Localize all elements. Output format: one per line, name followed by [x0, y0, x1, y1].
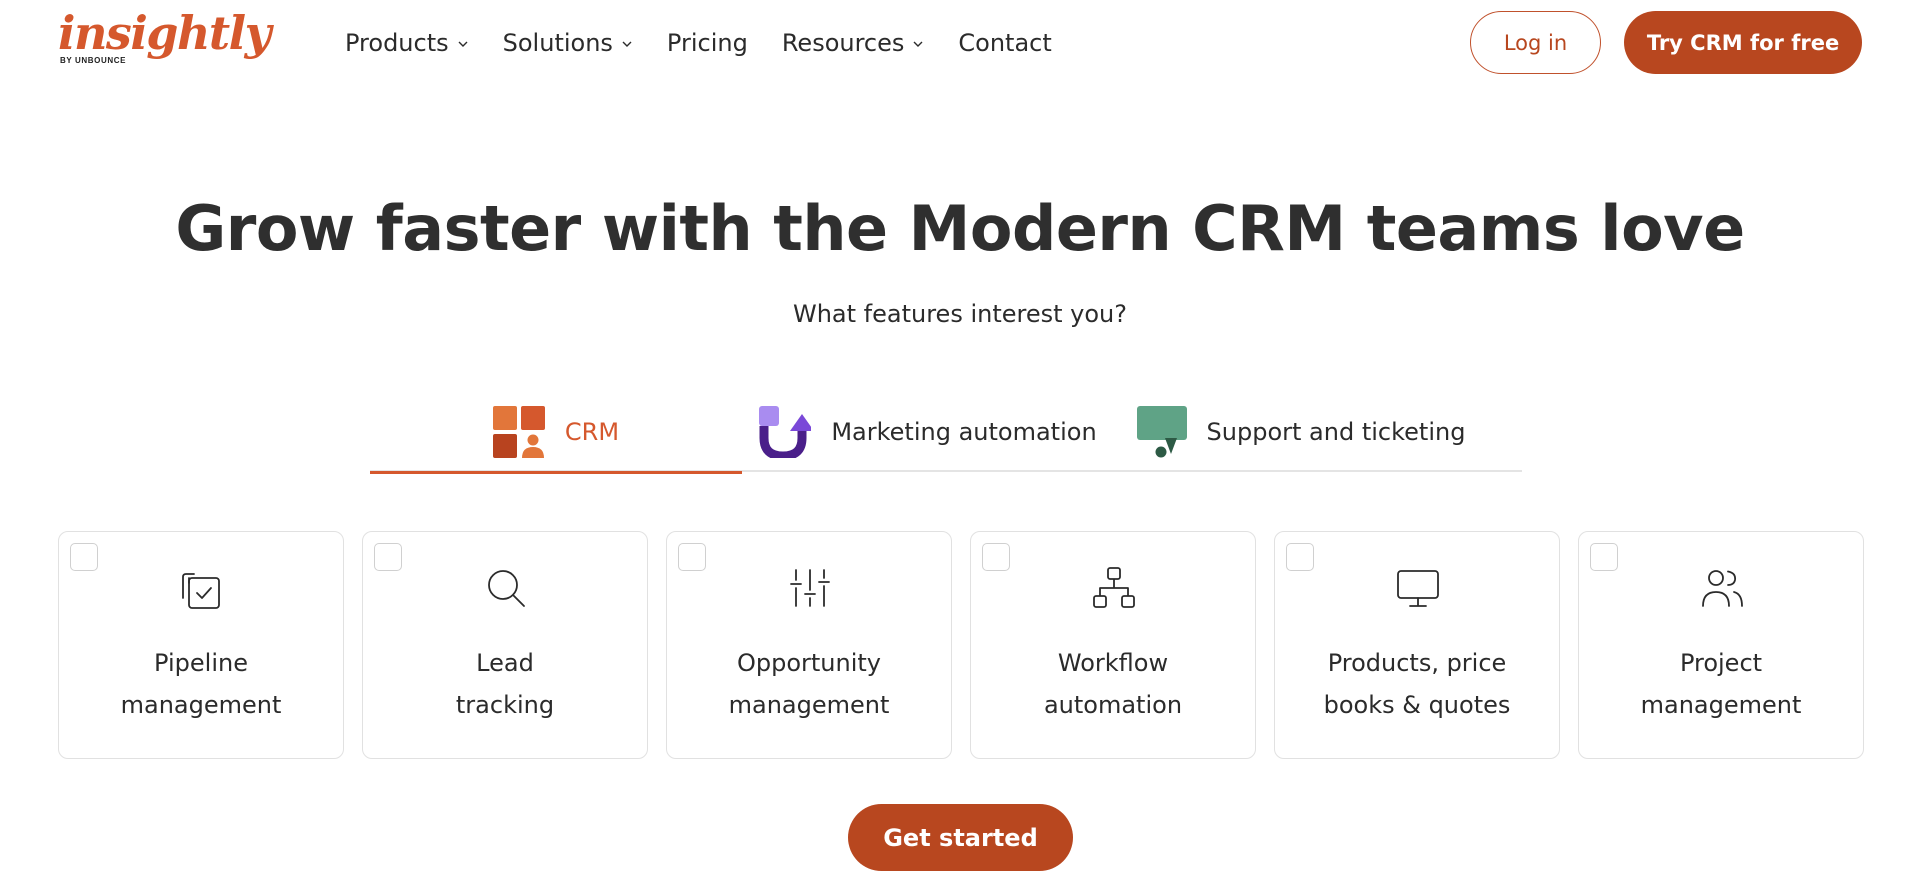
users-icon — [1702, 570, 1743, 607]
feature-card-products-quotes[interactable]: Products, price books & quotes — [1274, 531, 1560, 759]
feature-card-opportunity[interactable]: Opportunity management — [666, 531, 952, 759]
feature-card-workflow[interactable]: Workflow automation — [970, 531, 1256, 759]
nav-solutions[interactable]: Solutions — [503, 29, 633, 57]
tab-support-ticketing[interactable]: Support and ticketing — [1114, 392, 1486, 472]
feature-checkbox[interactable] — [1590, 543, 1618, 571]
feature-checkbox[interactable] — [1286, 543, 1314, 571]
insightly-logo[interactable]: insightly BY UNBOUNCE — [58, 6, 271, 78]
tab-crm[interactable]: CRM — [370, 392, 742, 474]
feature-checkbox[interactable] — [70, 543, 98, 571]
feature-checkbox[interactable] — [678, 543, 706, 571]
feature-card-lead-tracking[interactable]: Lead tracking — [362, 531, 648, 759]
tab-marketing-label: Marketing automation — [831, 418, 1097, 446]
nav-pricing-label: Pricing — [666, 29, 748, 57]
feature-checkbox[interactable] — [374, 543, 402, 571]
chevron-down-icon — [458, 41, 468, 47]
feature-label: Products, price books & quotes — [1323, 649, 1511, 719]
nav-solutions-label: Solutions — [502, 29, 613, 57]
marketing-arrow-icon — [759, 406, 812, 458]
feature-label: Workflow automation — [1043, 649, 1183, 719]
feature-card-pipeline[interactable]: Pipeline management — [58, 531, 344, 759]
chevron-down-icon — [622, 41, 632, 47]
feature-label: Lead tracking — [455, 649, 555, 719]
try-crm-free-button[interactable]: Try CRM for free — [1624, 11, 1862, 74]
nav-pricing[interactable]: Pricing — [667, 29, 748, 57]
tab-crm-label: CRM — [564, 418, 620, 446]
login-button[interactable]: Log in — [1470, 11, 1601, 74]
nav-contact-label: Contact — [958, 29, 1052, 57]
feature-label: Pipeline management — [120, 649, 282, 719]
nav-resources[interactable]: Resources — [782, 29, 925, 57]
tab-support-label: Support and ticketing — [1206, 418, 1466, 446]
main-nav: Products Solutions Pricing Resources Con… — [345, 22, 1086, 64]
logo-wordmark: insightly — [58, 6, 271, 60]
monitor-icon — [1397, 570, 1439, 607]
nav-products-label: Products — [345, 29, 449, 57]
feature-card-project[interactable]: Project management — [1578, 531, 1864, 759]
sliders-icon — [790, 569, 830, 607]
pipeline-checklist-icon — [182, 573, 220, 609]
chevron-down-icon — [913, 41, 923, 47]
crm-blocks-icon — [492, 406, 545, 458]
feature-label: Project management — [1640, 649, 1802, 719]
nav-products[interactable]: Products — [345, 29, 469, 57]
hero-subtitle: What features interest you? — [792, 300, 1127, 328]
feature-category-tabs: CRM Marketing automation Support and tic… — [370, 392, 1522, 474]
search-icon — [488, 570, 525, 607]
feature-cards: Pipeline management Lead tracking Opport… — [58, 531, 1864, 759]
hero-title: Grow faster with the Modern CRM teams lo… — [175, 192, 1745, 265]
nav-resources-label: Resources — [781, 29, 905, 57]
support-chat-icon — [1136, 406, 1187, 458]
get-started-button[interactable]: Get started — [848, 804, 1073, 871]
feature-label: Opportunity management — [728, 649, 890, 719]
feature-checkbox[interactable] — [982, 543, 1010, 571]
nav-contact[interactable]: Contact — [958, 29, 1051, 57]
tab-marketing-automation[interactable]: Marketing automation — [742, 392, 1114, 472]
site-header: insightly BY UNBOUNCE Products Solutions… — [0, 0, 1920, 86]
hierarchy-icon — [1093, 567, 1135, 608]
